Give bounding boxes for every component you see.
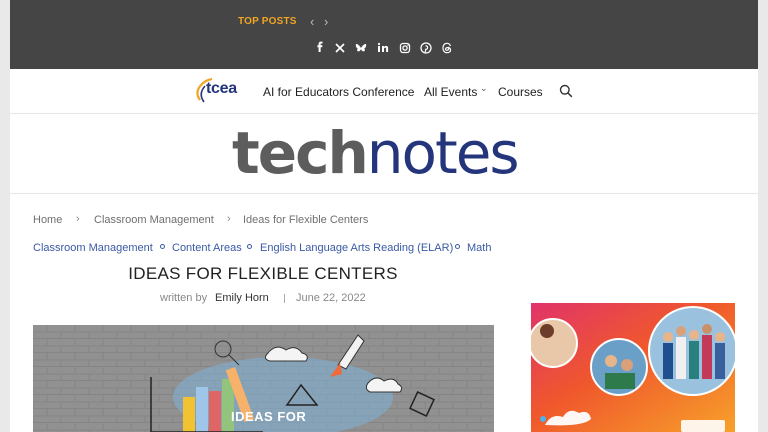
hero-image: IDEAS FOR — [33, 325, 494, 432]
article-date: June 22, 2022 — [296, 292, 366, 304]
category-separator — [455, 244, 460, 249]
logo-text: tcea — [206, 80, 237, 97]
breadcrumb-separator: › — [76, 213, 80, 225]
meta-divider — [284, 294, 285, 303]
nav-ai-for-educators-conference[interactable]: AI for Educators Conference — [263, 85, 414, 99]
brand-tech-text: tech — [232, 119, 369, 187]
breadcrumb-classroom-management[interactable]: Classroom Management — [94, 214, 214, 226]
category-classroom-management[interactable]: Classroom Management — [33, 242, 153, 254]
x-icon[interactable] — [333, 41, 347, 55]
article-title: IDEAS FOR FLEXIBLE CENTERS — [128, 264, 398, 283]
breadcrumb-home[interactable]: Home — [33, 214, 62, 226]
search-icon[interactable] — [559, 84, 573, 98]
category-math[interactable]: Math — [467, 242, 491, 254]
top-bar: TOP POSTS ‹ › — [10, 0, 758, 69]
chevron-down-icon[interactable]: ⌄ — [480, 83, 488, 94]
author-link[interactable]: Emily Horn — [215, 292, 269, 304]
linkedin-icon[interactable] — [376, 41, 390, 55]
page: TOP POSTS ‹ › tcea AI for Educators Conf… — [10, 0, 758, 432]
tcea-logo[interactable]: tcea — [192, 74, 256, 108]
category-separator — [247, 244, 252, 249]
category-separator — [160, 244, 165, 249]
hero-overlay-text: IDEAS FOR — [231, 409, 307, 424]
facebook-icon[interactable] — [313, 41, 327, 55]
breadcrumb-current: Ideas for Flexible Centers — [243, 214, 369, 226]
nav-all-events[interactable]: All Events — [424, 85, 477, 99]
technotes-logo[interactable]: technotes — [232, 118, 520, 188]
brand-notes-text: notes — [366, 119, 520, 187]
bluesky-icon[interactable] — [354, 41, 368, 55]
category-elar[interactable]: English Language Arts Reading (ELAR) — [260, 242, 453, 254]
instagram-icon[interactable] — [398, 41, 412, 55]
chevron-right-icon[interactable]: › — [324, 14, 328, 29]
top-posts-label[interactable]: TOP POSTS — [238, 16, 297, 27]
ad-photo-collage — [531, 303, 735, 432]
nav-courses[interactable]: Courses — [498, 85, 543, 99]
chevron-left-icon[interactable]: ‹ — [310, 14, 314, 29]
sidebar-ad-banner[interactable] — [531, 303, 735, 432]
pinterest-icon[interactable] — [419, 41, 433, 55]
category-content-areas[interactable]: Content Areas — [172, 242, 242, 254]
written-by-label: written by — [160, 292, 208, 304]
threads-icon[interactable] — [440, 41, 454, 55]
breadcrumb-separator: › — [227, 213, 231, 225]
